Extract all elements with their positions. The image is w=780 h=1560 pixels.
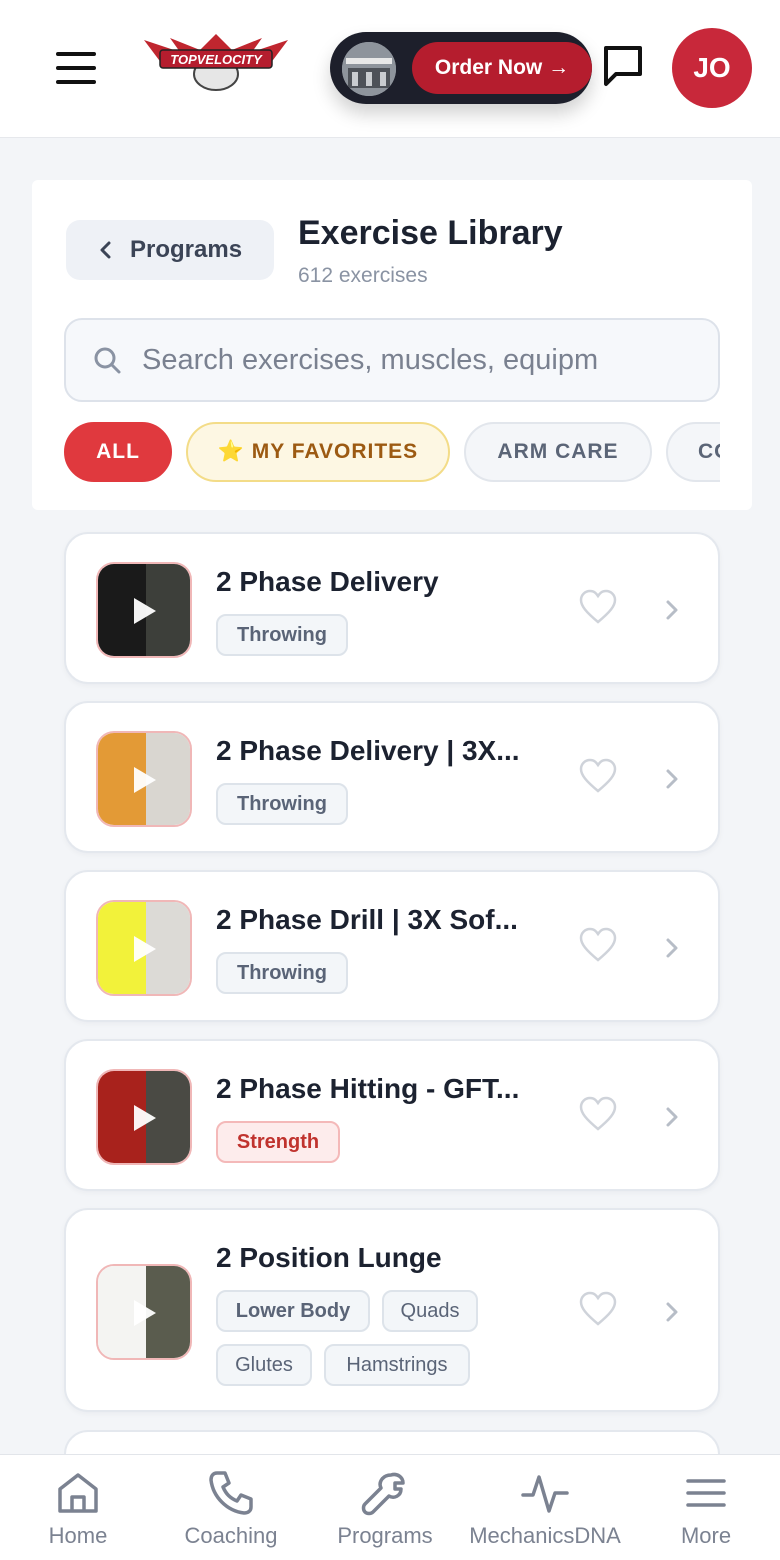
play-icon — [134, 598, 156, 624]
topvelocity-logo[interactable]: TOPVELOCITY — [140, 30, 292, 94]
exercise-name: 2 Position Lunge — [216, 1242, 442, 1273]
chevron-right-icon — [666, 769, 678, 789]
heart-icon[interactable] — [578, 1290, 618, 1328]
wrench-icon — [361, 1472, 405, 1516]
promo-banner[interactable]: Order Now → — [330, 32, 592, 104]
filter-chip-all[interactable]: ALL — [64, 422, 172, 482]
home-icon — [58, 1473, 98, 1513]
exercise-thumbnail[interactable] — [96, 900, 192, 996]
exercise-thumbnail[interactable] — [96, 562, 192, 658]
nav-coaching[interactable]: Coaching — [153, 1469, 309, 1559]
chevron-right-icon — [666, 600, 678, 620]
exercise-name: 2 Phase Delivery | 3X... — [216, 735, 520, 766]
avatar[interactable]: JO — [672, 28, 752, 108]
phone-icon — [209, 1471, 253, 1515]
search-input[interactable] — [142, 343, 642, 377]
exercise-card[interactable]: 2 Phase Drill | 3X Sof... Throwing — [64, 870, 720, 1022]
heart-icon[interactable] — [578, 588, 618, 626]
back-to-programs-button[interactable]: Programs — [66, 220, 274, 280]
exercise-tag: Throwing — [216, 783, 348, 825]
heart-icon[interactable] — [578, 1095, 618, 1133]
nav-more[interactable]: More — [628, 1469, 780, 1559]
exercise-thumbnail[interactable] — [96, 731, 192, 827]
filter-chip-co[interactable]: CO — [666, 422, 720, 482]
search-icon — [94, 347, 121, 374]
exercise-tag: Throwing — [216, 614, 348, 656]
filter-chip-arm-care[interactable]: ARM CARE — [464, 422, 652, 482]
order-now-button[interactable]: Order Now → — [412, 42, 592, 94]
exercise-card[interactable]: 2 Phase Delivery | 3X... Throwing — [64, 701, 720, 853]
nav-mechanicsdna[interactable]: MechanicsDNA — [462, 1469, 628, 1559]
exercise-card[interactable]: 2 Phase Delivery Throwing — [64, 532, 720, 684]
chevron-right-icon — [666, 1107, 678, 1127]
exercise-card[interactable]: 2 Phase Hitting - GFT... Strength — [64, 1039, 720, 1191]
exercise-tag: Quads — [382, 1290, 478, 1332]
exercise-name: 2 Phase Delivery — [216, 566, 439, 597]
back-label: Programs — [130, 236, 243, 263]
hamburger-menu-icon[interactable] — [52, 48, 100, 88]
page-title: Exercise Library — [298, 214, 563, 252]
filter-chips: ALL ⭐ MY FAVORITES ARM CARE CO — [64, 422, 720, 484]
exercise-tag: Glutes — [216, 1344, 312, 1386]
exercise-tag: Hamstrings — [324, 1344, 470, 1386]
exercise-name: 2 Phase Drill | 3X Sof... — [216, 904, 518, 935]
exercise-tag: Lower Body — [216, 1290, 370, 1332]
nav-label: Programs — [337, 1523, 433, 1548]
exercise-name: 2 Phase Hitting - GFT... — [216, 1073, 520, 1104]
chevron-right-icon — [666, 938, 678, 958]
search-box[interactable] — [64, 318, 720, 402]
nav-label: Coaching — [184, 1523, 278, 1548]
chat-icon[interactable] — [600, 42, 646, 88]
menu-icon — [686, 1479, 726, 1507]
nav-home[interactable]: Home — [0, 1469, 156, 1559]
app-header: TOPVELOCITY Order Now → JO — [0, 0, 780, 138]
exercise-tag: Throwing — [216, 952, 348, 994]
exercise-thumbnail[interactable] — [96, 1264, 192, 1360]
play-icon — [134, 936, 156, 962]
promo-thumbnail — [342, 42, 396, 96]
heart-icon[interactable] — [578, 757, 618, 795]
exercise-tag: Strength — [216, 1121, 340, 1163]
nav-label: Home — [48, 1523, 108, 1548]
chevron-left-icon — [100, 241, 111, 259]
library-header-panel: Programs Exercise Library 612 exercises … — [32, 180, 752, 510]
activity-icon — [521, 1475, 569, 1513]
play-icon — [134, 1105, 156, 1131]
chevron-right-icon — [666, 1302, 678, 1322]
filter-chip-favorites[interactable]: ⭐ MY FAVORITES — [186, 422, 450, 482]
play-icon — [134, 1300, 156, 1326]
nav-label: More — [680, 1523, 732, 1548]
exercise-card[interactable]: 2 Position Lunge Lower Body Quads Glutes… — [64, 1208, 720, 1412]
nav-label: MechanicsDNA — [469, 1523, 621, 1548]
exercise-count: 612 exercises — [298, 264, 428, 287]
exercise-thumbnail[interactable] — [96, 1069, 192, 1165]
bottom-nav: Home Coaching Programs MechanicsDNA More — [0, 1454, 780, 1560]
nav-programs[interactable]: Programs — [307, 1469, 463, 1559]
play-icon — [134, 767, 156, 793]
svg-text:TOPVELOCITY: TOPVELOCITY — [170, 52, 263, 67]
heart-icon[interactable] — [578, 926, 618, 964]
